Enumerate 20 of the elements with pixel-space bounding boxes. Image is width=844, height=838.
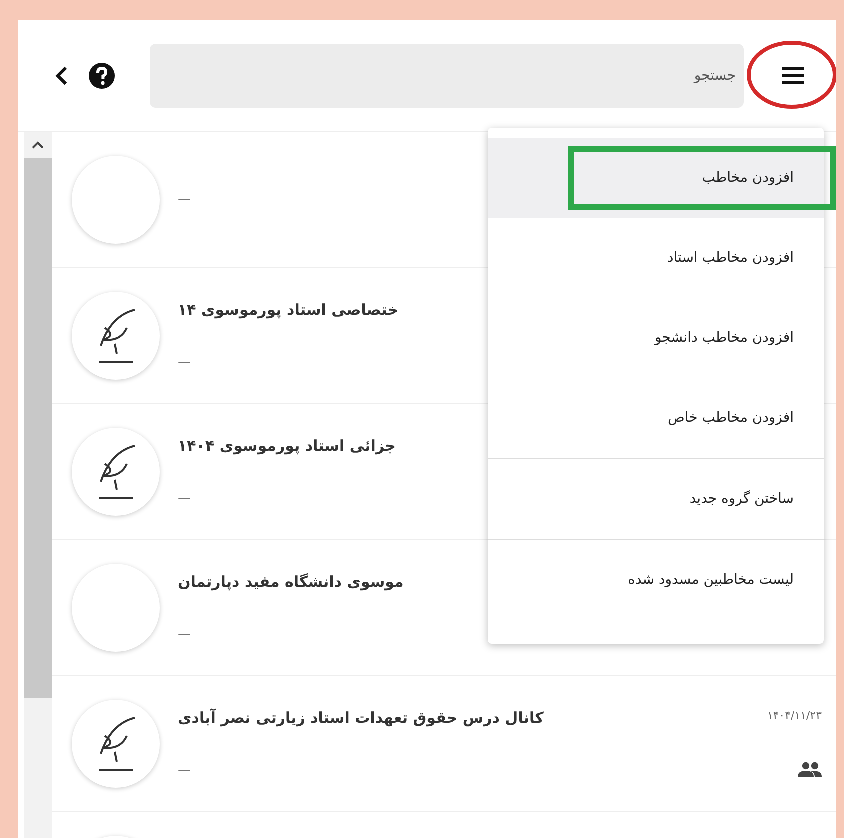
chat-preview: — bbox=[178, 491, 191, 506]
chat-title: ختصاصی استاد پورموسوی ۱۴ bbox=[178, 301, 399, 319]
chat-preview: — bbox=[178, 192, 191, 207]
chat-title: موسوی دانشگاه مفید دپارتمان bbox=[178, 573, 404, 591]
scroll-thumb[interactable] bbox=[24, 158, 52, 698]
scroll-up-icon[interactable] bbox=[31, 140, 45, 150]
scrollbar[interactable] bbox=[24, 132, 52, 838]
chat-title: جزائی استاد پورموسوی ۱۴۰۴ bbox=[178, 437, 396, 455]
chat-preview: — bbox=[178, 763, 191, 778]
chat-preview: — bbox=[178, 627, 191, 642]
menu-item[interactable]: ساختن گروه جدید bbox=[488, 459, 824, 539]
menu-item[interactable]: لیست مخاطبین مسدود شده bbox=[488, 540, 824, 620]
chat-row[interactable]: کانال درس حقوق تعهدات استاد زیارتی نصر آبادی — ۱۴۰۴/۱۱/۲۳ bbox=[52, 676, 836, 812]
menu-item[interactable]: افزودن مخاطب دانشجو bbox=[488, 298, 824, 378]
chat-title: کانال درس حقوق تعهدات استاد زیارتی نصر آبادی bbox=[178, 709, 544, 727]
chat-preview: — bbox=[178, 355, 191, 370]
menu-item[interactable]: افزودن مخاطب استاد bbox=[488, 218, 824, 298]
chat-date: ۱۴۰۴/۱۱/۲۳ bbox=[767, 709, 822, 722]
search-field[interactable]: جستجو bbox=[150, 44, 744, 108]
menu-item[interactable]: افزودن مخاطب خاص bbox=[488, 378, 824, 458]
